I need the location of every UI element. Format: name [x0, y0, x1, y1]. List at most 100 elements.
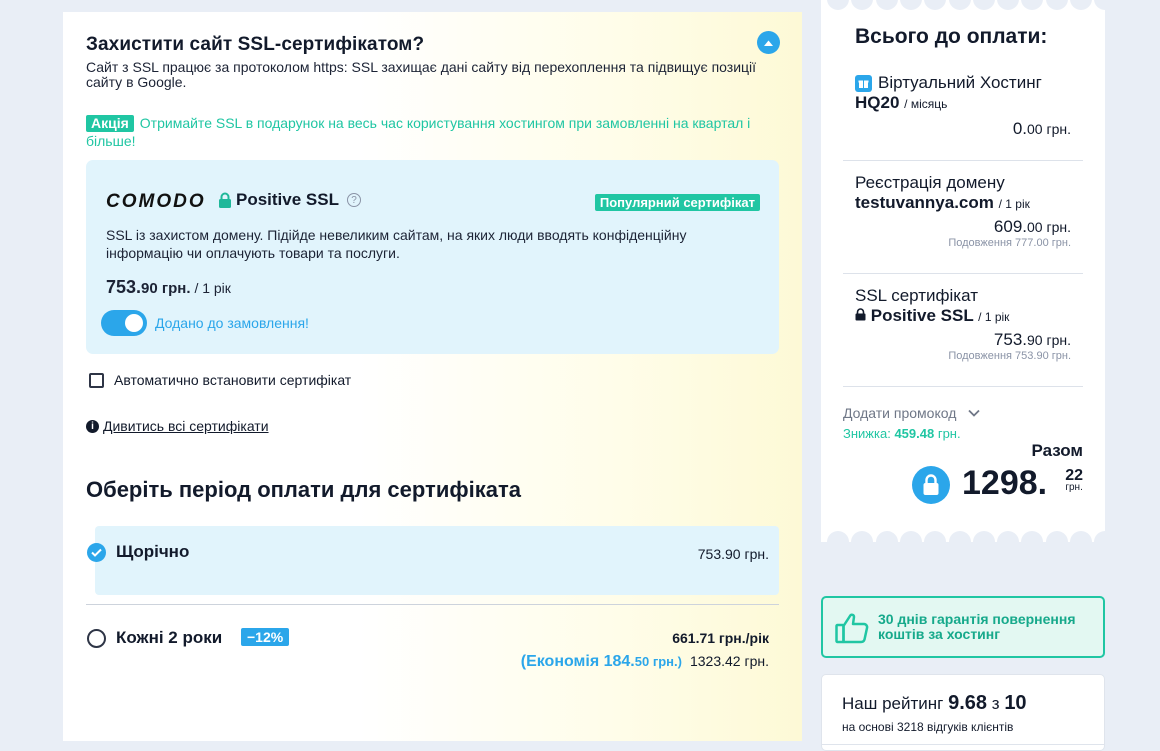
period-option-yearly[interactable]: Щорічно 753.90 грн. [87, 526, 779, 595]
ticket-edge [948, 0, 971, 10]
discount-line: Знижка: 459.48 грн. [843, 426, 961, 441]
summary-item-line2: Positive SSL [870, 306, 974, 325]
total-decimals: 22 грн. [1065, 467, 1083, 494]
summary-item-period: / 1 рік [998, 197, 1030, 211]
summary-item-line1: SSL сертифікат [855, 286, 978, 305]
rating-line: Наш рейтинг 9.68 з 10 [842, 692, 1027, 715]
ticket-edge [1045, 0, 1068, 10]
ticket-edge [924, 0, 947, 10]
ticket-edge [827, 0, 849, 10]
summary-item-period: / 1 рік [978, 310, 1010, 324]
period-option-price: 753.90 грн. [697, 546, 769, 562]
promo-code-label: Додати промокод [843, 405, 957, 421]
summary-item-amount: 753.90 грн. [843, 330, 1083, 350]
rating-reviews: на основі 3218 відгуків клієнтів [842, 720, 1014, 734]
promo-badge: Акція [86, 115, 134, 132]
lock-icon [219, 192, 231, 208]
period-option-2-years[interactable]: Кожні 2 роки −12% 661.71 грн./рік (Еконо… [86, 620, 779, 690]
total-currency: грн. [1065, 482, 1083, 493]
summary-item-line1: Реєстрація домену [855, 173, 1005, 192]
ticket-edge [1045, 531, 1068, 553]
summary-separator [843, 273, 1083, 274]
summary-item-ssl: SSL сертифікат Positive SSL / 1 рік 753.… [843, 286, 1083, 362]
guarantee-text: 30 днів гарантія повернення коштів за хо… [878, 611, 1076, 642]
summary-item-line1: Віртуальний Хостинг [878, 73, 1042, 92]
ssl-panel: Захистити сайт SSL-сертифікатом? Сайт з … [63, 12, 802, 741]
add-promo-code[interactable]: Додати промокод [843, 405, 981, 421]
economy-main: (Економія 184. [520, 653, 635, 670]
ticket-edge [875, 531, 898, 553]
all-certificates-link[interactable]: Дивитись всі сертифікати [103, 418, 269, 434]
info-icon: i [86, 419, 99, 433]
chevron-down-icon [968, 409, 981, 417]
summary-item-period: / місяць [904, 97, 948, 111]
amount-main: 609. [993, 217, 1028, 236]
total-amount: 1298. 22 грн. [912, 462, 1083, 508]
summary-item-line2: testuvannya.com [855, 193, 994, 212]
check-icon [91, 548, 102, 557]
ticket-edge [948, 531, 971, 553]
period-option-label: Щорічно [116, 542, 190, 561]
period-option-saving: (Економія 184.50 грн.) 1323.42 грн. [521, 653, 769, 671]
summary-item-line2: HQ20 [855, 93, 900, 112]
summary-item-name: Віртуальний Хостинг [843, 73, 1083, 93]
total-kop: 22 [1065, 467, 1083, 484]
ticket-edge [851, 531, 874, 553]
auto-install-row: Автоматично встановити сертифікат [89, 372, 351, 388]
discount-currency: грн. [937, 426, 961, 441]
summary-item-renew: Подовження 777.00 грн. [948, 237, 1071, 249]
certificate-name: Positive SSL ? [218, 190, 361, 210]
ticket-edge [1070, 0, 1092, 10]
rating-max: 10 [1004, 692, 1027, 714]
popular-badge: Популярний сертифікат [594, 194, 760, 211]
promo-text: Отримайте SSL в подарунок на весь час ко… [86, 115, 751, 149]
ticket-edge [924, 531, 947, 553]
certificate-name-label: Positive SSL [236, 190, 339, 209]
period-option-label: Кожні 2 роки [116, 628, 223, 647]
lock-icon [912, 466, 950, 504]
divider [86, 604, 779, 605]
collapse-button[interactable] [757, 31, 780, 54]
certificate-price: 753.90 грн. / 1 рік [106, 277, 231, 298]
summary-title: Всього до оплати: [855, 25, 1048, 48]
auto-install-checkbox[interactable] [89, 372, 104, 388]
ticket-edge [1070, 531, 1092, 553]
period-option-per-year: 661.71 грн./рік [672, 630, 769, 646]
summary-item-amount: 609.00 грн. [843, 217, 1083, 237]
rating-prefix: Наш рейтинг [842, 694, 944, 713]
radio-selected[interactable] [87, 543, 106, 562]
ticket-edge [972, 531, 995, 553]
lock-icon [855, 308, 866, 321]
price-main: 753. [106, 277, 142, 297]
discount-value: 459.48 [894, 426, 935, 441]
add-to-order-label: Додано до замовлення! [155, 315, 309, 331]
help-icon[interactable]: ? [346, 193, 361, 207]
add-to-order-toggle[interactable] [101, 310, 147, 336]
summary-item-renew: Подовження 753.90 грн. [948, 350, 1071, 362]
period-title: Оберіть період оплати для сертифіката [86, 477, 521, 502]
rating-card: Наш рейтинг 9.68 з 10 на основі 3218 від… [821, 674, 1105, 751]
promo-line: Акція Отримайте SSL в подарунок на весь ч… [86, 114, 766, 150]
divider [822, 744, 1104, 745]
summary-item-plan: HQ20 / місяць [843, 93, 1083, 113]
rating-of: з [991, 694, 1000, 713]
ticket-edge [997, 531, 1020, 553]
money-back-guarantee: 30 днів гарантія повернення коштів за хо… [821, 596, 1105, 658]
ticket-edge [827, 531, 849, 553]
summary-separator [843, 160, 1083, 161]
auto-install-label: Автоматично встановити сертифікат [114, 372, 352, 388]
discount-label: Знижка: [843, 426, 891, 441]
radio-unselected[interactable] [87, 629, 106, 648]
economy-text: (Економія 184.50 грн.) [521, 653, 682, 670]
summary-separator [843, 386, 1083, 387]
summary-item-amount: 0.00 грн. [843, 119, 1083, 139]
ticket-edge [851, 0, 874, 10]
amount-main: 0. [1012, 119, 1028, 138]
amount-main: 753. [993, 330, 1028, 349]
rating-value: 9.68 [948, 692, 988, 714]
ticket-edge [875, 0, 898, 10]
ticket-edge [1021, 531, 1044, 553]
economy-small: 50 грн.) [634, 654, 682, 669]
order-summary: Всього до оплати: Віртуальний Хостинг HQ… [821, 0, 1117, 553]
ticket-edge [972, 0, 995, 10]
